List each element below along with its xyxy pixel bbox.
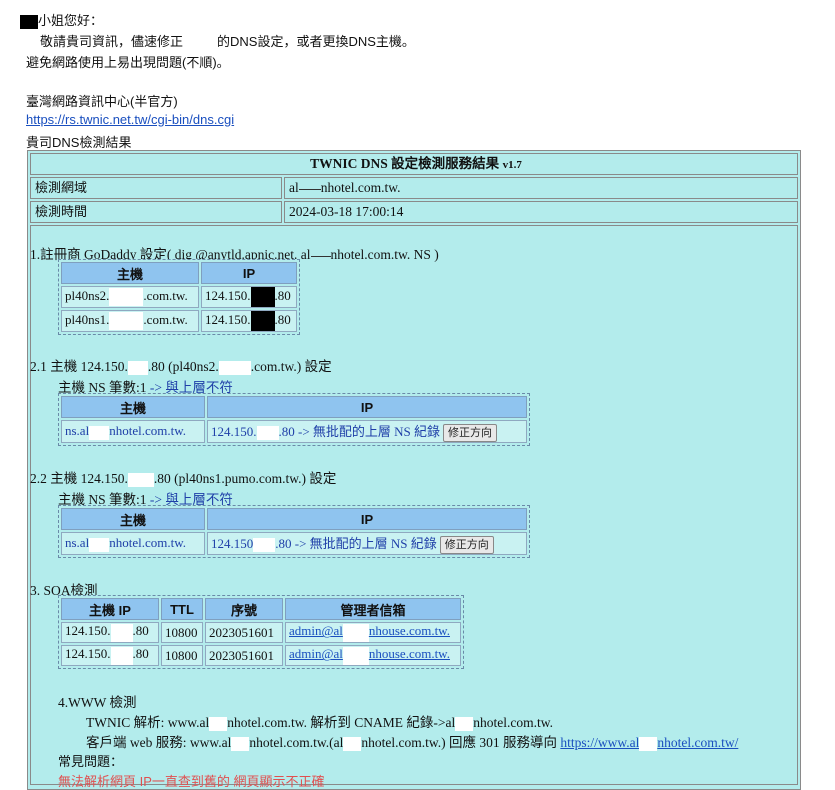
report-version: v1.7 (502, 159, 522, 171)
col-host: 主機 (61, 262, 199, 284)
col-ip: IP (207, 508, 527, 530)
body-line-1: 敬請貴司資訊，儘速修正 的DNS設定，或者更換DNS主機。 (40, 34, 415, 50)
table-row: pl40ns2. .com.tw. 124.150. .80 (61, 286, 297, 308)
table-row: ns.al nhotel.com.tw. 124.150.80 -> 無批配的上層… (61, 532, 527, 555)
col-admin-mail: 管理者信箱 (285, 598, 461, 620)
admin-mail-link[interactable]: admin@al nhouse.com.tw. (289, 646, 450, 665)
table-row: pl40ns1. .com.tw. 124.150. .80 (61, 310, 297, 332)
col-ttl: TTL (161, 598, 203, 620)
col-host-ip: 主機 IP (61, 598, 159, 620)
greeting-line: 小姐您好： (20, 10, 103, 29)
redacted-ip (250, 311, 275, 331)
redirect-link[interactable]: https://www.al nhotel.com.tw/ (560, 735, 738, 751)
greeting-text: 小姐您好： (38, 13, 104, 28)
table-row: 124.150. .80 10800 2023051601 admin@al nho… (61, 645, 461, 666)
section-1-table: 主機 IP pl40ns2. .com.tw. 124.150. .80 pl40n… (58, 259, 300, 335)
report-title: TWNIC DNS 設定檢測服務結果 v1.7 (30, 153, 798, 175)
col-host: 主機 (61, 396, 205, 418)
col-host: 主機 (61, 508, 205, 530)
col-ip: IP (207, 396, 527, 418)
faq-item: 無法解析網頁 IP一直查到舊的 網頁顯示不正確 (58, 774, 325, 789)
section-4-title: 4.WWW 檢測 (58, 695, 137, 710)
section-2-2-title: 2.2 主機 124.150. .80 (pl40ns1.pumo.com.tw.… (30, 471, 337, 487)
domain-label: 檢測網域 (30, 177, 282, 199)
redacted-ip (250, 287, 275, 307)
section-2-2-table: 主機 IP ns.al nhotel.com.tw. 124.150.80 -> … (58, 505, 530, 558)
www-twnic-line: TWNIC 解析: www.al nhotel.com.tw. 解析到 CNAME… (86, 715, 553, 731)
fix-direction-button[interactable]: 修正方向 (439, 536, 494, 554)
faq-label: 常見問題： (58, 754, 124, 769)
table-row: ns.al nhotel.com.tw. 124.150. .80 -> 無批配的上… (61, 420, 527, 443)
col-ip: IP (201, 262, 297, 284)
admin-mail-link[interactable]: admin@al nhouse.com.tw. (289, 623, 450, 642)
soa-table: 主機 IP TTL 序號 管理者信箱 124.150. .80 10800 202… (58, 595, 464, 669)
org-name: 臺灣網路資訊中心(半官方) (26, 94, 178, 109)
redacted-company (183, 35, 218, 50)
col-serial: 序號 (205, 598, 283, 620)
section-2-1-title: 2.1 主機 124.150. .80 (pl40ns2. .com.tw.) 設定 (30, 359, 332, 375)
body-line-2: 避免網路使用上易出現問題(不順)。 (26, 55, 230, 70)
result-label: 貴司DNS檢測結果 (26, 135, 132, 150)
time-label: 檢測時間 (30, 201, 282, 223)
dns-report: TWNIC DNS 設定檢測服務結果 v1.7 檢測網域 al nhotel.co… (27, 150, 801, 790)
www-client-line: 客戶端 web 服務: www.al nhotel.com.tw.(al nhote… (86, 735, 739, 751)
redacted-name (20, 14, 38, 29)
time-value: 2024-03-18 17:00:14 (284, 201, 798, 223)
domain-value: al nhotel.com.tw. (284, 177, 798, 199)
org-link[interactable]: https://rs.twnic.net.tw/cgi-bin/dns.cgi (26, 112, 234, 127)
table-row: 124.150. .80 10800 2023051601 admin@al nho… (61, 622, 461, 643)
section-2-1-table: 主機 IP ns.al nhotel.com.tw. 124.150. .80 ->… (58, 393, 530, 446)
fix-direction-button[interactable]: 修正方向 (443, 424, 498, 442)
